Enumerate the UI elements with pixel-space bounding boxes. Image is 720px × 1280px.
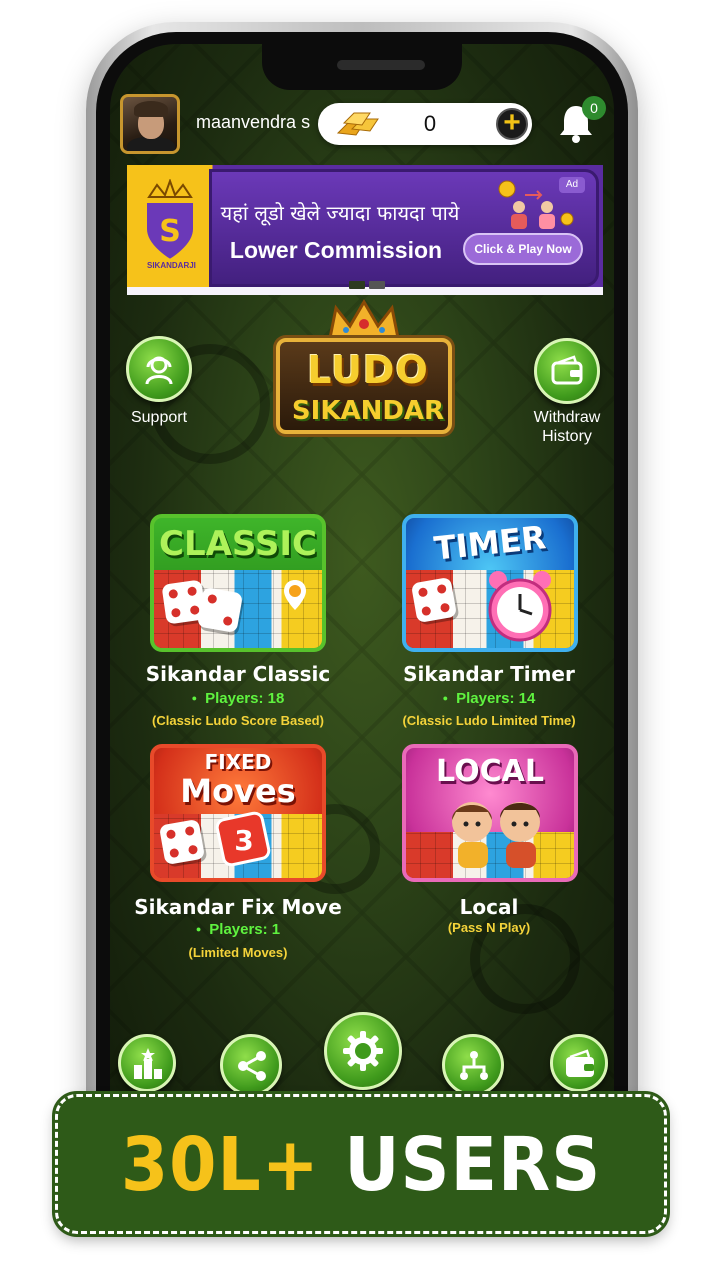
players-count-timer: Players: 14: [369, 690, 609, 707]
logo-line1: LUDO: [307, 348, 429, 392]
users-count-text: 30L+ USERS: [82, 1123, 640, 1207]
logo-line2: SIKANDAR: [291, 396, 445, 426]
game-desc-timer: (Classic Ludo Limited Time): [402, 713, 576, 728]
settings-button[interactable]: [324, 1012, 402, 1090]
leaderboard-button[interactable]: [118, 1034, 176, 1092]
share-button[interactable]: [220, 1034, 282, 1096]
banner-pagination: [349, 281, 385, 289]
promo-banner[interactable]: S SIKANDARJI यहां लूडो खेले ज्यादा फायदा…: [127, 165, 603, 295]
timer-card-title: TIMER: [432, 518, 548, 568]
avatar[interactable]: [120, 94, 180, 154]
support-label[interactable]: Support: [116, 408, 202, 427]
players-count-fix-move: Players: 1: [118, 921, 358, 938]
game-name-classic[interactable]: Sikandar Classic: [118, 662, 358, 686]
game-name-local[interactable]: Local: [369, 895, 609, 919]
game-name-timer[interactable]: Sikandar Timer: [369, 662, 609, 686]
fixed-card-title-line2: Moves: [180, 772, 296, 810]
username: maanvendra s: [196, 112, 311, 132]
phone-speaker: [337, 60, 425, 70]
banner-dot[interactable]: [349, 281, 365, 289]
banner-headline: Lower Commission: [229, 237, 443, 263]
wallet-icon: [551, 355, 583, 385]
banner-hindi-text: यहां लूडो खेले ज्यादा फायदा पाये: [220, 201, 460, 225]
settings-icon: [343, 1031, 383, 1071]
svg-text:S: S: [159, 214, 181, 249]
notification-badge: 0: [582, 96, 606, 120]
share-icon: [238, 1051, 266, 1081]
kids-playing-icon: [452, 802, 540, 868]
svg-text:3: 3: [234, 824, 253, 857]
classic-game-card[interactable]: CLASSIC: [150, 514, 326, 652]
dice-icon: [196, 586, 244, 634]
map-pin-icon: [284, 580, 306, 610]
local-card-title: LOCAL: [436, 754, 544, 789]
fixed-moves-game-card[interactable]: FIXED Moves 3: [150, 744, 326, 882]
dice-icon: [410, 576, 458, 624]
alarm-clock-icon: [488, 571, 552, 642]
coin-value: 0: [423, 111, 437, 136]
add-coins-button[interactable]: +: [496, 108, 528, 140]
wallet-icon: [566, 1049, 594, 1077]
withdraw-history-button[interactable]: [534, 338, 600, 404]
leaderboard-icon: [134, 1048, 162, 1079]
game-desc-classic: (Classic Ludo Score Based): [152, 713, 324, 728]
dice-three-icon: 3: [215, 811, 271, 867]
coin-balance-bar: 0 +: [318, 103, 532, 145]
click-play-now-button[interactable]: Click & Play Now: [463, 233, 583, 265]
local-game-card[interactable]: LOCAL: [402, 744, 578, 882]
gold-bars-icon: [336, 112, 379, 136]
withdraw-history-label[interactable]: Withdraw History: [522, 408, 612, 446]
users-count-banner: 30L+ USERS: [52, 1091, 670, 1237]
support-headset-icon: [145, 356, 173, 385]
ad-badge: Ad: [559, 177, 585, 193]
referral-button[interactable]: [442, 1034, 504, 1096]
sikandarji-logo-icon: S: [143, 179, 197, 264]
dice-icon: [158, 818, 206, 866]
ludo-sikandar-logo: LUDO SIKANDAR: [268, 298, 460, 440]
game-name-fix-move[interactable]: Sikandar Fix Move: [118, 895, 358, 919]
banner-brand-name: SIKANDARJI: [147, 261, 196, 270]
users-count-number: 30L+: [120, 1122, 320, 1208]
wallet-button[interactable]: [550, 1034, 608, 1092]
referral-network-icon: [460, 1051, 488, 1080]
users-count-word: USERS: [344, 1122, 602, 1208]
game-desc-local: (Pass N Play): [447, 920, 531, 935]
game-desc-fix-move: (Limited Moves): [188, 945, 288, 960]
fixed-card-title-line1: FIXED: [204, 750, 272, 774]
support-button[interactable]: [126, 336, 192, 402]
timer-game-card[interactable]: TIMER: [402, 514, 578, 652]
players-count-classic: Players: 18: [118, 690, 358, 707]
classic-card-title: CLASSIC: [159, 524, 317, 564]
crown-icon: [328, 299, 400, 340]
banner-dot-active[interactable]: [369, 281, 385, 289]
